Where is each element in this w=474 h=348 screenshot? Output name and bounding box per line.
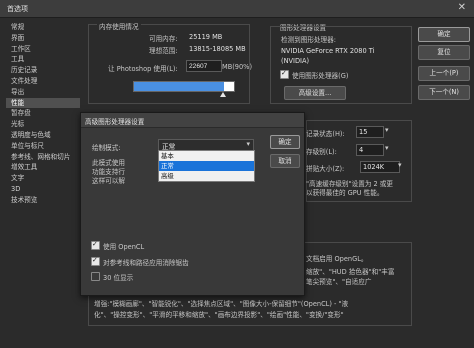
sidebar-item[interactable]: 技术预览 <box>6 195 80 206</box>
sidebar-item[interactable]: 工具 <box>6 54 80 65</box>
window-title: 首选项 <box>7 5 28 13</box>
ideal-range-label: 理想范围: <box>149 47 178 55</box>
cache-dropdown-icon[interactable]: ▾ <box>385 144 389 152</box>
bit30-label: 30 位显示 <box>103 274 134 282</box>
available-memory-value: 25119 MB <box>189 33 223 41</box>
tile-size-label: 拼贴大小(Z): <box>306 165 345 173</box>
chevron-down-icon: ▾ <box>246 140 250 148</box>
dialog-title-bar: 高级图形处理器设置 <box>81 113 304 128</box>
desc-right-line1: 文档启用 OpenGL。 <box>306 255 368 263</box>
sidebar-item[interactable]: 暂存盘 <box>6 108 80 119</box>
sidebar-item[interactable]: 3D <box>6 184 80 195</box>
draw-mode-label: 绘制模式: <box>92 144 121 152</box>
sidebar-item[interactable]: 透明度与色域 <box>6 130 80 141</box>
history-states-field[interactable]: 15 <box>356 126 384 138</box>
sidebar-item[interactable]: 导出 <box>6 87 80 98</box>
close-icon[interactable]: ✕ <box>458 2 466 13</box>
dialog-hidden-text-line3: 这样可以解 <box>92 177 125 185</box>
draw-mode-option[interactable]: 正常 <box>159 161 254 171</box>
antialias-label: 对参考线和路径应用消除锯齿 <box>103 259 189 267</box>
memory-section-title: 内存使用情况 <box>97 21 141 31</box>
bit30-checkbox[interactable] <box>91 272 100 281</box>
reset-button[interactable]: 复位 <box>418 45 470 60</box>
memory-slider-thumb[interactable] <box>220 92 226 97</box>
use-gpu-label: 使用图形处理器(G) <box>292 72 349 80</box>
ideal-range-value: 13815-18085 MB <box>189 45 246 53</box>
history-dropdown-icon[interactable]: ▾ <box>385 126 389 134</box>
memory-slider-track[interactable] <box>133 81 235 92</box>
memory-unit: MB(90%) <box>222 63 253 71</box>
cache-levels-field[interactable]: 4 <box>356 144 384 156</box>
dialog-cancel-button[interactable]: 取消 <box>270 154 300 168</box>
sidebar-item[interactable]: 光标 <box>6 119 80 130</box>
memory-slider-fill <box>134 82 224 91</box>
sidebar-item[interactable]: 文件处理 <box>6 76 80 87</box>
sidebar-item[interactable]: 常规 <box>6 22 80 33</box>
sidebar-item[interactable]: 性能 <box>6 97 80 109</box>
sidebar-item[interactable]: 历史记录 <box>6 65 80 76</box>
dialog-title: 高级图形处理器设置 <box>85 118 145 126</box>
history-states-label: 记录状态(H): <box>306 130 345 138</box>
memory-slider-end <box>224 82 234 91</box>
cache-levels-label: 存级别(L): <box>306 148 337 156</box>
gpu-name-line1: NVIDIA GeForce RTX 2080 Ti <box>281 47 375 55</box>
gpu-name-line2: (NVIDIA) <box>281 57 310 65</box>
sidebar-item[interactable]: 文字 <box>6 173 80 184</box>
use-gpu-checkbox[interactable] <box>280 69 289 79</box>
gpu-detected-label: 检测到图形处理器: <box>281 36 336 44</box>
available-memory-label: 可用内存: <box>149 35 178 43</box>
desc-right-line2: 缩放"、"HUD 拾色器"和"丰富 <box>306 268 395 276</box>
memory-input[interactable] <box>186 60 222 72</box>
cache-note-line2: 以获得最佳的 GPU 性能。 <box>306 189 384 197</box>
opencl-checkbox[interactable] <box>91 240 100 250</box>
title-bar: 首选项 ✕ <box>0 0 474 18</box>
antialias-checkbox[interactable] <box>91 256 100 266</box>
next-button[interactable]: 下一个(N) <box>418 85 470 100</box>
tile-size-dropdown-icon[interactable]: ▾ <box>398 161 402 169</box>
sidebar: 常规 界面 工作区 工具 历史记录 文件处理 导出 性能 暂存盘 光标 透明度与色域 单位与标尺 参考线… <box>6 22 80 206</box>
desc-bottom-line1: 增强:"模糊画廊"、"智能锐化"、"选择焦点区域"、"图像大小-保留细节"(Op… <box>94 300 349 308</box>
desc-right-line3: 笔尖预览"、"自适应广 <box>306 278 372 286</box>
sidebar-item[interactable]: 参考线、网格和切片 <box>6 152 80 163</box>
prev-button[interactable]: 上一个(P) <box>418 66 470 81</box>
ok-button[interactable]: 确定 <box>418 27 470 42</box>
tile-size-field[interactable]: 1024K <box>360 161 400 173</box>
let-use-label: 让 Photoshop 使用(L): <box>108 65 178 73</box>
sidebar-item[interactable]: 工作区 <box>6 44 80 55</box>
dialog-ok-button[interactable]: 确定 <box>270 135 300 149</box>
sidebar-item[interactable]: 单位与标尺 <box>6 141 80 152</box>
sidebar-item[interactable]: 增效工具 <box>6 162 80 173</box>
advanced-settings-button[interactable]: 高级设置... <box>284 86 346 100</box>
draw-mode-options: 基本 正常 高级 <box>158 150 255 182</box>
sidebar-item[interactable]: 界面 <box>6 33 80 44</box>
draw-mode-option[interactable]: 高级 <box>159 171 254 181</box>
draw-mode-option[interactable]: 基本 <box>159 151 254 161</box>
desc-bottom-line2: 化"、"操控变形"、"平滑的平移和缩放"、"画布边界投影"、"绘画"性能、"变换… <box>94 311 344 319</box>
opencl-label: 使用 OpenCL <box>103 243 145 251</box>
